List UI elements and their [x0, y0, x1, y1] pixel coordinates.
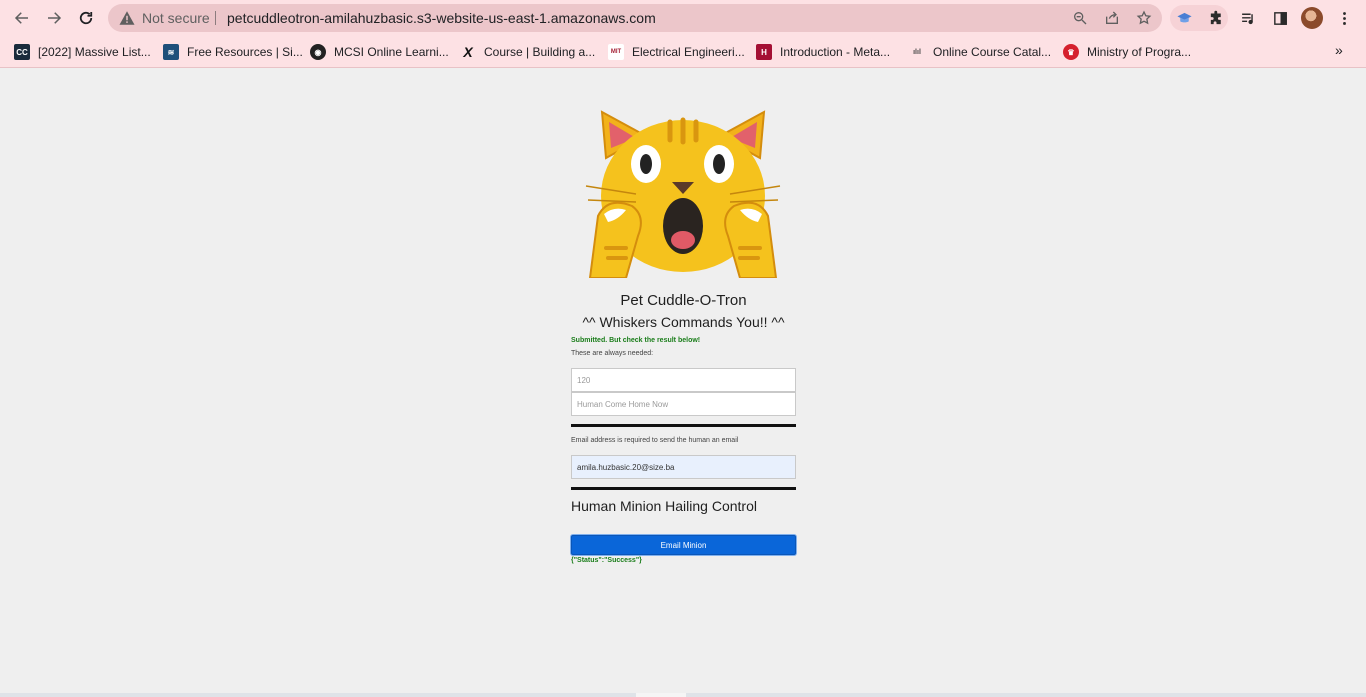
bookmark-label: Electrical Engineeri... — [632, 45, 745, 59]
bookmark-item[interactable]: ◉ MCSI Online Learni... — [310, 42, 449, 62]
delay-input[interactable] — [571, 368, 796, 392]
share-icon — [1106, 11, 1118, 24]
zoom-icon — [1074, 11, 1087, 25]
side-panel-icon — [1273, 11, 1287, 25]
edx-logo-icon: X — [463, 44, 473, 60]
browser-menu-button[interactable] — [1333, 7, 1355, 29]
bookmark-label: Free Resources | Si... — [187, 45, 303, 59]
star-icon — [1136, 10, 1152, 25]
profile-avatar[interactable] — [1301, 7, 1323, 29]
bookmark-label: MCSI Online Learni... — [334, 45, 449, 59]
side-panel-button[interactable] — [1269, 7, 1291, 29]
bookmarks-bar: CC [2022] Massive List... ≋ Free Resourc… — [0, 36, 1366, 68]
bookmark-item[interactable]: ♛ Ministry of Progra... — [1063, 42, 1191, 62]
cisco-logo-icon: ılıl — [913, 48, 921, 56]
bookmark-item[interactable]: ≋ Free Resources | Si... — [163, 42, 303, 62]
bookmark-label: Ministry of Progra... — [1087, 45, 1192, 59]
reload-icon — [79, 11, 93, 25]
bookmark-item[interactable]: H Introduction - Meta... — [756, 42, 890, 62]
bookmark-label: Online Course Catal... — [933, 45, 1052, 59]
kebab-menu-icon — [1342, 11, 1346, 25]
bookmark-item[interactable]: MIT Electrical Engineeri... — [608, 42, 745, 62]
email-input[interactable] — [571, 455, 796, 479]
bookmark-label: Introduction - Meta... — [780, 45, 891, 59]
back-button[interactable] — [10, 6, 34, 30]
section-divider — [571, 424, 796, 427]
security-status-label[interactable]: Not secure — [142, 10, 210, 26]
screaming-cat-image — [585, 110, 781, 278]
omnibox-separator — [215, 11, 216, 25]
graduation-cap-icon — [1176, 12, 1192, 22]
arrow-right-icon — [48, 12, 62, 24]
result-output: {"Status":"Success"} — [571, 557, 642, 564]
bookmark-item[interactable]: CC [2022] Massive List... — [14, 42, 151, 62]
crown-icon: ♛ — [1063, 44, 1079, 60]
bookmark-label: Course | Building a... — [484, 45, 596, 59]
forward-button[interactable] — [42, 6, 66, 30]
url-text[interactable]: petcuddleotron-amilahuzbasic.s3-website-… — [227, 10, 656, 26]
bookmark-label: [2022] Massive List... — [38, 45, 151, 59]
extension-graduation-button[interactable] — [1173, 7, 1195, 29]
bookmarks-overflow-button[interactable]: » — [1335, 42, 1343, 58]
zoom-button[interactable] — [1070, 8, 1090, 28]
site-logo-icon: ≋ — [163, 44, 179, 60]
section-divider — [571, 487, 796, 490]
puzzle-icon — [1210, 10, 1221, 24]
media-controls-button[interactable] — [1237, 7, 1259, 29]
share-button[interactable] — [1102, 8, 1122, 28]
extensions-button[interactable] — [1205, 7, 1227, 29]
playlist-icon — [1241, 13, 1253, 24]
harvard-logo-icon: H — [756, 44, 772, 60]
scrollbar-thumb[interactable] — [636, 693, 686, 697]
address-bar[interactable]: Not secure petcuddleotron-amilahuzbasic.… — [108, 4, 1162, 32]
warning-icon[interactable] — [118, 9, 136, 27]
cc-logo-icon: CC — [14, 44, 30, 60]
arrow-left-icon — [14, 12, 28, 24]
bookmark-item[interactable]: X Course | Building a... — [460, 42, 595, 62]
reload-button[interactable] — [74, 6, 98, 30]
mit-ocw-icon: MIT — [608, 44, 624, 60]
globe-icon: ◉ — [310, 44, 326, 60]
submit-status-message: Submitted. But check the result below! — [571, 337, 701, 344]
page-subtitle: ^^ Whiskers Commands You!! ^^ — [582, 314, 785, 330]
email-required-note: Email address is required to send the hu… — [571, 437, 739, 444]
email-minion-button[interactable]: Email Minion — [571, 535, 796, 555]
bookmark-item[interactable]: ılıl Online Course Catal... — [909, 42, 1051, 62]
browser-toolbar: Not secure petcuddleotron-amilahuzbasic.… — [0, 0, 1366, 36]
section-heading: Human Minion Hailing Control — [571, 498, 757, 514]
bookmark-star-button[interactable] — [1134, 8, 1154, 28]
message-input[interactable] — [571, 392, 796, 416]
page-title: Pet Cuddle-O-Tron — [620, 292, 747, 309]
required-fields-note: These are always needed: — [571, 350, 654, 357]
